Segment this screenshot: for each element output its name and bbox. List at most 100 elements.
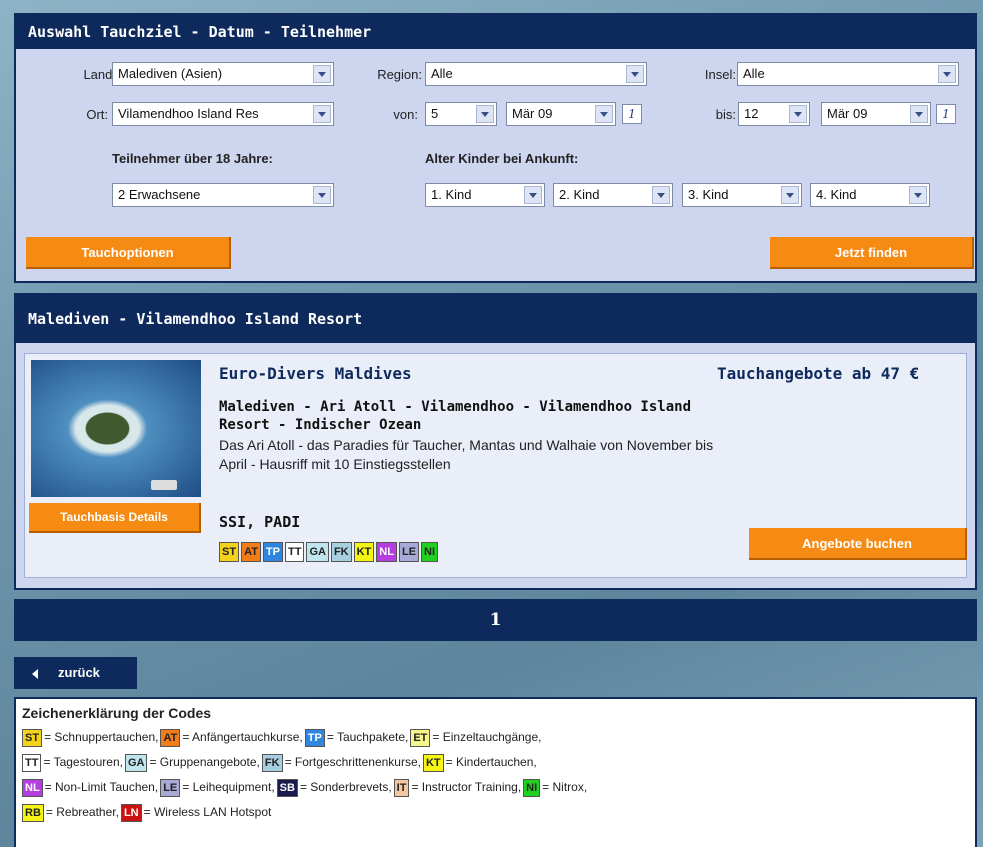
code-badge-tp: TP [304,728,325,747]
code-badge-fk: FK [261,753,283,772]
ort-select[interactable]: Vilamendhoo Island Res [112,102,334,126]
island-photo[interactable] [31,360,201,497]
legend-lines: ST = Schnuppertauchen, AT = Anfängertauchku… [22,725,969,825]
kid-2-select[interactable]: 2. Kind [553,183,673,207]
chevron-down-icon [524,186,542,204]
code-badge-st: ST [22,728,43,747]
chevron-down-icon [910,105,928,123]
legend-description: = Rebreather, [45,805,119,819]
code-badge-nl: NL [22,778,43,797]
legend-line: TT = Tagestouren, GA = Gruppenangebote, FK = … [22,750,969,775]
description-line-1: Das Ari Atoll - das Paradies für Taucher… [219,437,714,453]
land-select[interactable]: Malediven (Asien) [112,62,334,86]
book-offers-button[interactable]: Angebote buchen [749,528,967,560]
location-line-1: Malediven - Ari Atoll - Vilamendhoo - Vi… [219,399,692,415]
back-arrow-icon [32,669,38,679]
von-month-value: Mär 09 [512,106,553,121]
code-badge-at: AT [241,542,261,562]
description-line-2: April - Hausriff mit 10 Einstiegsstellen [219,456,451,472]
dive-center-card: Tauchbasis Details Euro-Divers Maldives … [24,353,967,578]
chevron-down-icon [789,105,807,123]
certifications: SSI, PADI [219,513,301,531]
result-panel: Malediven - Vilamendhoo Island Resort Ta… [14,293,977,590]
back-button[interactable]: zurück [14,657,137,689]
region-select-value: Alle [431,66,453,81]
code-badge-it: IT [393,778,410,797]
code-badge-le: LE [398,542,420,562]
insel-label: Insel: [704,67,736,82]
von-day-value: 5 [431,106,439,121]
legend-description: = Kindertauchen, [445,755,537,769]
kid-1-select[interactable]: 1. Kind [425,183,545,207]
chevron-down-icon [938,65,956,83]
kid-3-value: 3. Kind [688,187,729,202]
code-badge-tp: TP [262,542,283,562]
location-line-2: Resort - Indischer Ozean [219,417,422,433]
legend-description: = Schnuppertauchen, [44,730,159,744]
legend-description: = Instructor Training, [411,780,522,794]
find-now-button[interactable]: Jetzt finden [770,237,974,269]
calendar-icon[interactable]: 1 [936,104,956,124]
search-panel: Auswahl Tauchziel - Datum - Teilnehmer L… [14,13,977,283]
calendar-icon[interactable]: 1 [622,104,642,124]
code-badge-st: ST [219,542,240,562]
ort-select-value: Vilamendhoo Island Res [118,106,259,121]
legend-title: Zeichenerklärung der Codes [22,705,212,721]
legend-description: = Tauchpakete, [326,730,409,744]
dive-options-button[interactable]: Tauchoptionen [26,237,231,269]
code-badge-tt: TT [22,753,42,772]
kid-3-select[interactable]: 3. Kind [682,183,802,207]
chevron-down-icon [652,186,670,204]
back-button-label: zurück [58,665,100,680]
dive-center-name[interactable]: Euro-Divers Maldives [219,364,412,383]
kid-2-value: 2. Kind [559,187,600,202]
region-label: Region: [377,67,422,82]
code-badge-kt: KT [353,542,375,562]
code-badge-nl: NL [376,542,397,562]
adults-select-value: 2 Erwachsene [118,187,201,202]
page-number-link[interactable]: 1 [490,610,502,630]
boat-shape [151,480,177,490]
von-month-select[interactable]: Mär 09 [506,102,616,126]
adults-heading: Teilnehmer über 18 Jahre: [112,151,273,166]
region-select[interactable]: Alle [425,62,647,86]
kid-4-select[interactable]: 4. Kind [810,183,930,207]
bis-month-select[interactable]: Mär 09 [821,102,931,126]
chevron-down-icon [909,186,927,204]
von-day-select[interactable]: 5 [425,102,497,126]
land-label: Land: [83,67,116,82]
bis-day-value: 12 [744,106,759,121]
dive-center-details-button[interactable]: Tauchbasis Details [29,503,201,533]
legend-line: ST = Schnuppertauchen, AT = Anfängertauchku… [22,725,969,750]
code-badge-ln: LN [120,803,142,822]
legend-description: = Gruppenangebote, [149,755,260,769]
chevron-down-icon [781,186,799,204]
von-label: von: [393,107,418,122]
result-panel-title: Malediven - Vilamendhoo Island Resort [16,295,975,343]
legend-description: = Anfängertauchkurse, [182,730,303,744]
chevron-down-icon [313,65,331,83]
search-panel-title: Auswahl Tauchziel - Datum - Teilnehmer [16,15,975,49]
insel-select[interactable]: Alle [737,62,959,86]
code-badge-rb: RB [22,803,44,822]
code-badge-et: ET [410,728,431,747]
code-badge-kt: KT [422,753,444,772]
code-badge-at: AT [160,728,181,747]
legend-line: NL = Non-Limit Tauchen, LE = Leihequipment,… [22,775,969,800]
code-badge-ga: GA [306,542,329,562]
kid-1-value: 1. Kind [431,187,472,202]
legend-description: = Einzeltauchgänge, [432,730,542,744]
code-badge-ni: NI [421,542,439,562]
legend-line: RB = Rebreather, LN = Wireless LAN Hotspot [22,800,969,825]
chevron-down-icon [476,105,494,123]
land-select-value: Malediven (Asien) [118,66,223,81]
code-legend: Zeichenerklärung der Codes ST = Schnupper… [14,697,977,847]
ort-label: Ort: [86,107,108,122]
legend-description: = Tagestouren, [43,755,123,769]
adults-select[interactable]: 2 Erwachsene [112,183,334,207]
pager: 1 [14,599,977,641]
kid-4-value: 4. Kind [816,187,857,202]
price-text: Tauchangebote ab 47 € [717,364,920,383]
legend-description: = Wireless LAN Hotspot [143,805,272,819]
bis-day-select[interactable]: 12 [738,102,810,126]
